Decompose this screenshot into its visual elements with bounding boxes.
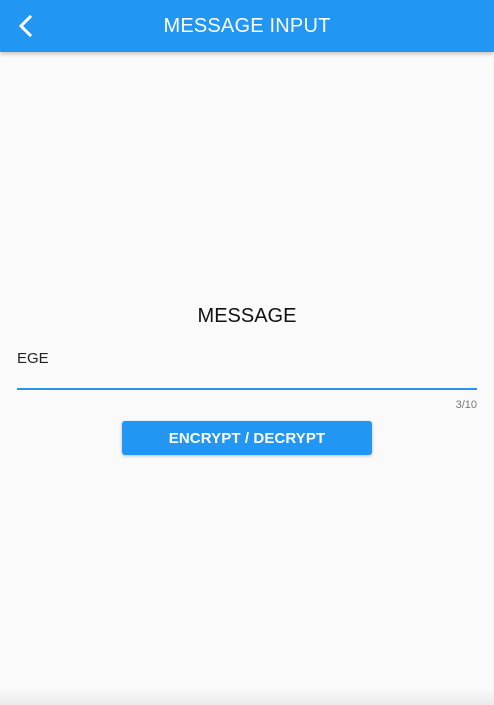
- app-bar: MESSAGE INPUT: [0, 0, 494, 52]
- back-button[interactable]: [4, 4, 48, 48]
- encrypt-decrypt-button[interactable]: ENCRYPT / DECRYPT: [122, 421, 372, 455]
- character-counter: 3/10: [455, 399, 477, 411]
- message-field: [17, 340, 477, 392]
- page-title: MESSAGE INPUT: [163, 15, 331, 37]
- message-input-underline: [17, 388, 477, 390]
- message-input[interactable]: [17, 340, 477, 388]
- bottom-shadow: [0, 687, 494, 705]
- message-label: MESSAGE: [197, 305, 297, 327]
- chevron-left-icon: [18, 14, 33, 38]
